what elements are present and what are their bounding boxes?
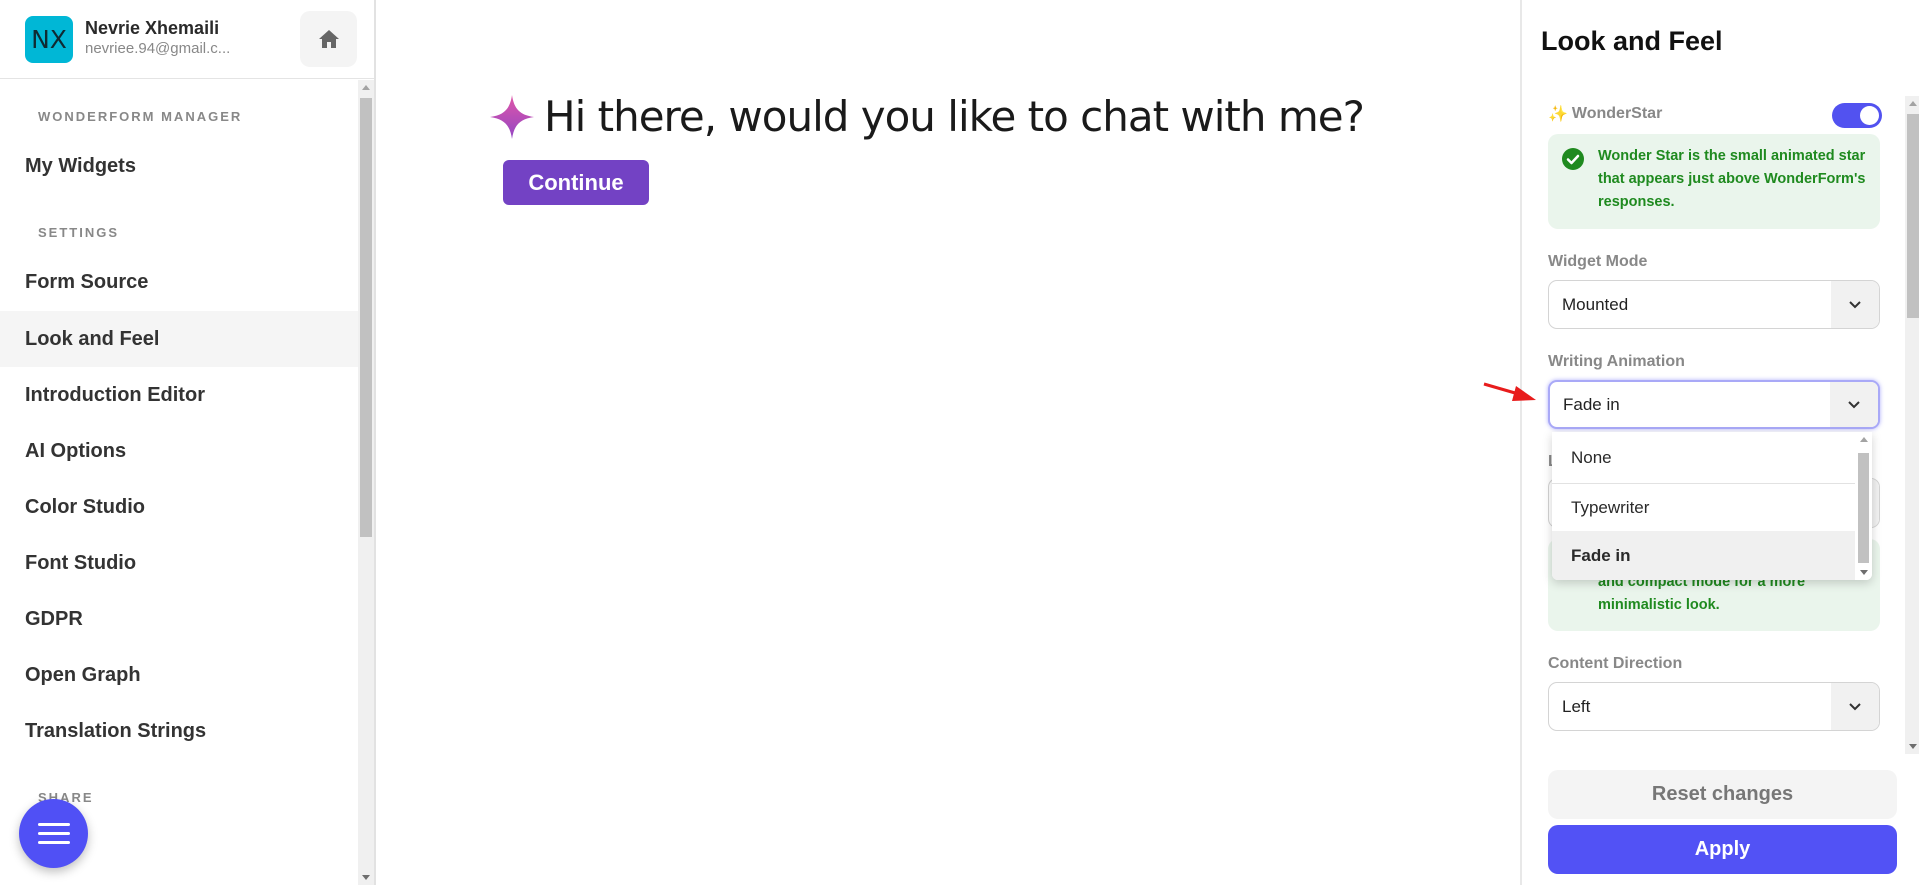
- writing-animation-select[interactable]: Fade in: [1548, 380, 1880, 429]
- greeting: Hi there, would you like to chat with me…: [488, 92, 1365, 141]
- sidebar-item-translation-strings[interactable]: Translation Strings: [0, 703, 358, 759]
- menu-icon-bar: [37, 823, 70, 826]
- check-circle-icon: [1562, 148, 1584, 170]
- reset-changes-button[interactable]: Reset changes: [1548, 770, 1897, 819]
- scrollbar-thumb[interactable]: [1858, 453, 1869, 563]
- sidebar-item-ai-options[interactable]: AI Options: [0, 423, 358, 479]
- sidebar-item-my-widgets[interactable]: My Widgets: [0, 138, 358, 194]
- sparkles-emoji-icon: ✨: [1548, 106, 1568, 123]
- chevron-down-icon: [1830, 382, 1878, 427]
- sparkle-icon: [490, 94, 534, 139]
- wonderstar-toggle[interactable]: [1832, 103, 1882, 128]
- avatar[interactable]: NX: [25, 16, 73, 63]
- continue-button[interactable]: Continue: [503, 160, 649, 205]
- content-direction-select[interactable]: Left: [1548, 682, 1880, 731]
- dropdown-option-typewriter[interactable]: Typewriter: [1552, 485, 1855, 531]
- sidebar-item-gdpr[interactable]: GDPR: [0, 591, 358, 647]
- toggle-knob: [1860, 106, 1879, 125]
- greeting-text: Hi there, would you like to chat with me…: [544, 92, 1365, 141]
- sidebar-item-font-studio[interactable]: Font Studio: [0, 535, 358, 591]
- sidebar-item-introduction-editor[interactable]: Introduction Editor: [0, 367, 358, 423]
- widget-mode-value: Mounted: [1562, 294, 1629, 314]
- sidebar-item-form-source[interactable]: Form Source: [0, 254, 358, 310]
- writing-animation-value: Fade in: [1563, 394, 1620, 414]
- wonderstar-info-text: Wonder Star is the small animated star t…: [1598, 148, 1866, 210]
- content-direction-value: Left: [1562, 696, 1591, 716]
- sidebar-item-color-studio[interactable]: Color Studio: [0, 479, 358, 535]
- sidebar: NX Nevrie Xhemaili nevriee.94@gmail.c...…: [0, 0, 376, 885]
- panel-scrollbar[interactable]: [1905, 96, 1919, 754]
- sidebar-scrollbar[interactable]: [358, 80, 374, 885]
- sidebar-item-look-and-feel[interactable]: Look and Feel: [0, 311, 358, 367]
- wonderstar-label-text: WonderStar: [1571, 105, 1663, 122]
- user-email: nevriee.94@gmail.c...: [85, 40, 231, 57]
- menu-icon-bar: [37, 841, 70, 844]
- chevron-down-icon: [1831, 683, 1879, 730]
- home-button[interactable]: [300, 11, 357, 67]
- widget-mode-select[interactable]: Mounted: [1548, 280, 1880, 329]
- scroll-up-arrow-icon[interactable]: [362, 85, 370, 90]
- chevron-down-icon: [1831, 281, 1879, 328]
- dropdown-option-fade-in[interactable]: Fade in: [1552, 531, 1855, 580]
- apply-button[interactable]: Apply: [1548, 825, 1897, 874]
- sidebar-nav: WONDERFORM MANAGER My Widgets SETTINGS F…: [0, 80, 358, 885]
- content-direction-label: Content Direction: [1548, 655, 1683, 672]
- widget-preview: Hi there, would you like to chat with me…: [378, 0, 1520, 885]
- scrollbar-thumb[interactable]: [360, 98, 372, 537]
- dropdown-scrollbar[interactable]: [1855, 432, 1872, 580]
- sidebar-item-open-graph[interactable]: Open Graph: [0, 647, 358, 703]
- scroll-down-arrow-icon[interactable]: [1859, 570, 1868, 575]
- scroll-up-arrow-icon[interactable]: [1909, 101, 1917, 106]
- panel-title: Look and Feel: [1541, 26, 1723, 56]
- widget-mode-label: Widget Mode: [1548, 253, 1648, 270]
- writing-animation-label: Writing Animation: [1548, 353, 1685, 370]
- user-header: NX Nevrie Xhemaili nevriee.94@gmail.c...: [0, 0, 374, 79]
- scrollbar-thumb[interactable]: [1907, 114, 1919, 318]
- dropdown-option-none[interactable]: None: [1552, 432, 1855, 484]
- writing-animation-dropdown: None Typewriter Fade in: [1552, 432, 1872, 580]
- scroll-down-arrow-icon[interactable]: [1909, 744, 1917, 749]
- menu-fab-button[interactable]: [19, 799, 88, 868]
- section-label-wonderform-manager: WONDERFORM MANAGER: [38, 109, 243, 124]
- annotation-arrow-icon: [1483, 382, 1536, 401]
- section-label-settings: SETTINGS: [38, 225, 120, 240]
- scroll-up-arrow-icon[interactable]: [1859, 437, 1868, 442]
- menu-icon-bar: [37, 832, 70, 835]
- user-name: Nevrie Xhemaili: [85, 18, 220, 38]
- wonderstar-info-box: Wonder Star is the small animated star t…: [1548, 134, 1880, 229]
- wonderstar-label: ✨ WonderStar: [1548, 104, 1662, 124]
- scroll-down-arrow-icon[interactable]: [362, 875, 370, 880]
- home-icon: [318, 30, 339, 48]
